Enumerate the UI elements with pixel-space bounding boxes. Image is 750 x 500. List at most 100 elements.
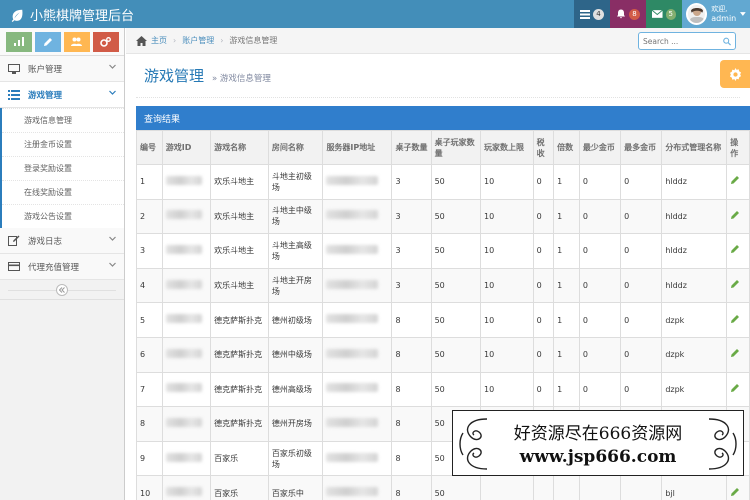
sidebar-collapse-button[interactable] <box>56 283 68 296</box>
cell-dist: hlddz <box>661 267 728 304</box>
cell-min: 0 <box>578 302 622 338</box>
watermark: 好资源尽在666资源网 www.jsp666.com <box>452 410 744 476</box>
sidebar-item-agent-recharge[interactable]: 代理充值管理 <box>0 254 124 280</box>
table-row: 7 德克萨斯扑克 德州高级场 8 50 10 0 1 0 0 dzpk <box>136 371 750 408</box>
cell-game: 德克萨斯扑克 <box>210 336 269 373</box>
tasks-button[interactable]: 4 <box>574 0 610 28</box>
cell-max: 10 <box>480 371 534 408</box>
cell-max <box>480 475 534 500</box>
shortcut-users-button[interactable] <box>63 31 90 52</box>
cell-server-ip-redacted <box>322 336 393 373</box>
column-header[interactable]: 最少金币 <box>578 130 622 165</box>
cell-maxgold: 0 <box>620 198 663 235</box>
chevron-down-icon <box>109 236 116 241</box>
column-header[interactable]: 桌子数量 <box>391 130 432 165</box>
user-menu[interactable]: 欢迎, admin <box>682 0 750 28</box>
cell-id: 4 <box>136 267 163 304</box>
cell-id: 3 <box>136 233 163 269</box>
search-box <box>638 32 736 50</box>
edit-pencil-icon[interactable] <box>730 244 740 254</box>
search-input[interactable] <box>643 36 719 46</box>
cell-min: 0 <box>578 198 622 235</box>
cell-min: 0 <box>578 164 622 200</box>
sidebar-shortcuts <box>0 28 124 56</box>
redacted-value <box>165 175 202 185</box>
cell-tables: 8 <box>391 475 432 500</box>
shortcut-stats-button[interactable] <box>5 31 32 52</box>
cell-min: 0 <box>578 371 622 408</box>
edit-pencil-icon[interactable] <box>730 314 740 324</box>
sidebar-item-label: 游戏日志 <box>28 236 63 247</box>
gear-icon <box>729 67 741 81</box>
brand[interactable]: 小熊棋牌管理后台 <box>10 5 134 24</box>
column-header[interactable]: 编号 <box>136 130 163 165</box>
cell-server-ip-redacted <box>322 475 393 500</box>
page-subtitle: » 游戏信息管理 <box>212 73 271 84</box>
column-header[interactable]: 分布式管理名称 <box>661 130 728 165</box>
cell-server-ip-redacted <box>322 198 393 235</box>
edit-pencil-icon[interactable] <box>730 383 740 393</box>
column-header[interactable]: 服务器IP地址 <box>322 130 393 165</box>
sidebar-item-games[interactable]: 游戏管理 <box>0 82 124 108</box>
cell-actions <box>726 233 750 269</box>
cell-tax: 0 <box>532 371 555 408</box>
submenu-item-online-reward[interactable]: 在线奖励设置 <box>2 180 124 204</box>
breadcrumb-home[interactable]: 主页 <box>136 35 167 46</box>
cell-maxgold: 0 <box>620 302 663 338</box>
sidebar-item-accounts[interactable]: 账户管理 <box>0 56 124 82</box>
column-header[interactable]: 最多金币 <box>620 130 663 165</box>
edit-pencil-icon[interactable] <box>730 279 740 289</box>
table-header-row: 编号 游戏ID 游戏名称 房间名称 服务器IP地址 桌子数量 桌子玩家数量 玩家… <box>136 130 750 165</box>
cell-players: 50 <box>430 475 482 500</box>
column-header[interactable]: 倍数 <box>553 130 580 165</box>
cell-mult: 1 <box>553 267 580 304</box>
cogs-icon <box>100 36 111 47</box>
column-header[interactable]: 游戏名称 <box>210 130 269 165</box>
redacted-value <box>326 383 379 393</box>
breadcrumb-section[interactable]: 账户管理 <box>182 35 214 46</box>
breadcrumb: 主页 › 账户管理 › 游戏信息管理 <box>126 28 750 54</box>
cell-room: 德州高级场 <box>267 371 324 408</box>
sidebar-item-game-logs[interactable]: 游戏日志 <box>0 228 124 254</box>
username: admin <box>711 13 737 23</box>
submenu-item-announcement[interactable]: 游戏公告设置 <box>2 204 124 228</box>
cell-players: 50 <box>430 302 482 338</box>
settings-button[interactable] <box>720 60 750 88</box>
chevron-down-icon <box>109 64 116 69</box>
cell-players: 50 <box>430 198 482 235</box>
cell-dist: bjl <box>661 475 728 500</box>
edit-pencil-icon[interactable] <box>730 487 740 497</box>
redacted-value <box>165 417 202 427</box>
submenu-item-register-gold[interactable]: 注册金币设置 <box>2 132 124 156</box>
cell-min <box>578 475 622 500</box>
cell-room: 百家乐初级场 <box>267 440 324 477</box>
shortcut-edit-button[interactable] <box>34 31 61 52</box>
column-header[interactable]: 玩家数上限 <box>480 130 534 165</box>
cell-max: 10 <box>480 267 534 304</box>
messages-button[interactable]: 5 <box>646 0 682 28</box>
column-header[interactable]: 桌子玩家数量 <box>430 130 482 165</box>
cell-game: 欢乐斗地主 <box>210 233 269 269</box>
submenu-item-login-reward[interactable]: 登录奖励设置 <box>2 156 124 180</box>
users-icon <box>71 37 82 46</box>
leaf-icon <box>11 9 23 22</box>
cell-room: 斗地主初级场 <box>267 164 324 200</box>
edit-pencil-icon[interactable] <box>730 210 740 220</box>
edit-pencil-icon[interactable] <box>730 348 740 358</box>
submenu-item-game-info[interactable]: 游戏信息管理 <box>2 108 124 132</box>
notifications-button[interactable]: 8 <box>610 0 646 28</box>
cell-maxgold: 0 <box>620 336 663 373</box>
edit-pencil-icon[interactable] <box>730 175 740 185</box>
column-header[interactable]: 房间名称 <box>267 130 324 165</box>
column-header[interactable]: 税收 <box>532 130 555 165</box>
cell-maxgold <box>620 475 663 500</box>
shortcut-settings-button[interactable] <box>92 31 119 52</box>
cell-room: 斗地主中级场 <box>267 198 324 235</box>
redacted-value <box>165 279 202 289</box>
cell-id: 7 <box>136 371 163 408</box>
cell-actions <box>726 164 750 200</box>
cell-players: 50 <box>430 267 482 304</box>
cell-game-id-redacted <box>161 233 212 269</box>
column-header[interactable]: 游戏ID <box>161 130 212 165</box>
column-header: 操作 <box>726 130 750 165</box>
